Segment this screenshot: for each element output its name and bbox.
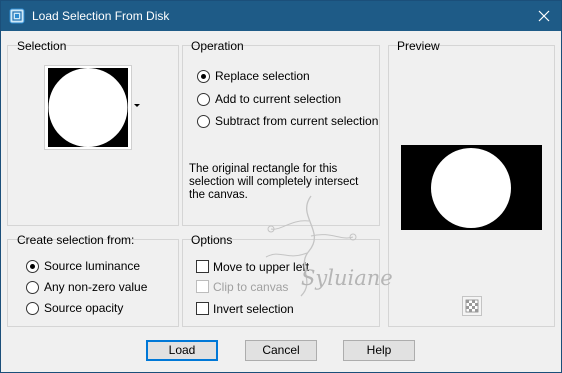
radio-button[interactable]: [26, 281, 39, 294]
checkbox-label: Invert selection: [213, 302, 294, 316]
radio-label: Replace selection: [215, 69, 310, 83]
radio-button[interactable]: [197, 115, 210, 128]
checkbox-disabled: [196, 280, 209, 293]
preview-image: [401, 145, 542, 230]
operation-info-text: The original rectangle for this selectio…: [189, 163, 374, 202]
dropdown-arrow-icon[interactable]: [134, 104, 140, 107]
radio-label: Source opacity: [44, 301, 124, 315]
radio-button[interactable]: [26, 302, 39, 315]
checkbox-label: Clip to canvas: [213, 280, 289, 294]
dialog-window: Load Selection From Disk Selection Opera…: [0, 0, 562, 373]
checkerboard-icon: [465, 299, 479, 313]
radio-button-checked[interactable]: [197, 70, 210, 83]
checkbox[interactable]: [196, 302, 209, 315]
radio-label: Subtract from current selection: [215, 114, 379, 128]
app-icon: [9, 8, 25, 24]
radio-button[interactable]: [197, 93, 210, 106]
selection-thumbnail[interactable]: [44, 65, 132, 150]
checkbox[interactable]: [196, 260, 209, 273]
options-group-label: Options: [191, 233, 233, 247]
info-line: the canvas.: [189, 189, 248, 201]
selection-thumbnail-image: [48, 68, 128, 147]
operation-group-label: Operation: [191, 39, 244, 53]
checkbox-label: Move to upper left: [213, 260, 310, 274]
checkerboard-toggle-button[interactable]: [462, 296, 482, 316]
title-bar[interactable]: Load Selection From Disk: [1, 1, 561, 31]
cancel-button[interactable]: Cancel: [245, 340, 317, 361]
radio-label: Add to current selection: [215, 92, 342, 106]
create-from-group-label: Create selection from:: [17, 233, 135, 247]
info-line: selection will completely intersect: [189, 176, 359, 188]
radio-label: Source luminance: [44, 259, 141, 273]
dialog-client: Selection Operation Replace selection Ad…: [1, 31, 561, 372]
preview-group-label: Preview: [397, 39, 440, 53]
radio-button-checked[interactable]: [26, 260, 39, 273]
close-icon[interactable]: [529, 3, 559, 29]
load-button[interactable]: Load: [146, 340, 218, 361]
selection-group-label: Selection: [17, 39, 67, 53]
info-line: The original rectangle for this: [189, 163, 338, 175]
help-button[interactable]: Help: [343, 340, 415, 361]
radio-label: Any non-zero value: [44, 280, 148, 294]
window-title: Load Selection From Disk: [32, 9, 170, 23]
